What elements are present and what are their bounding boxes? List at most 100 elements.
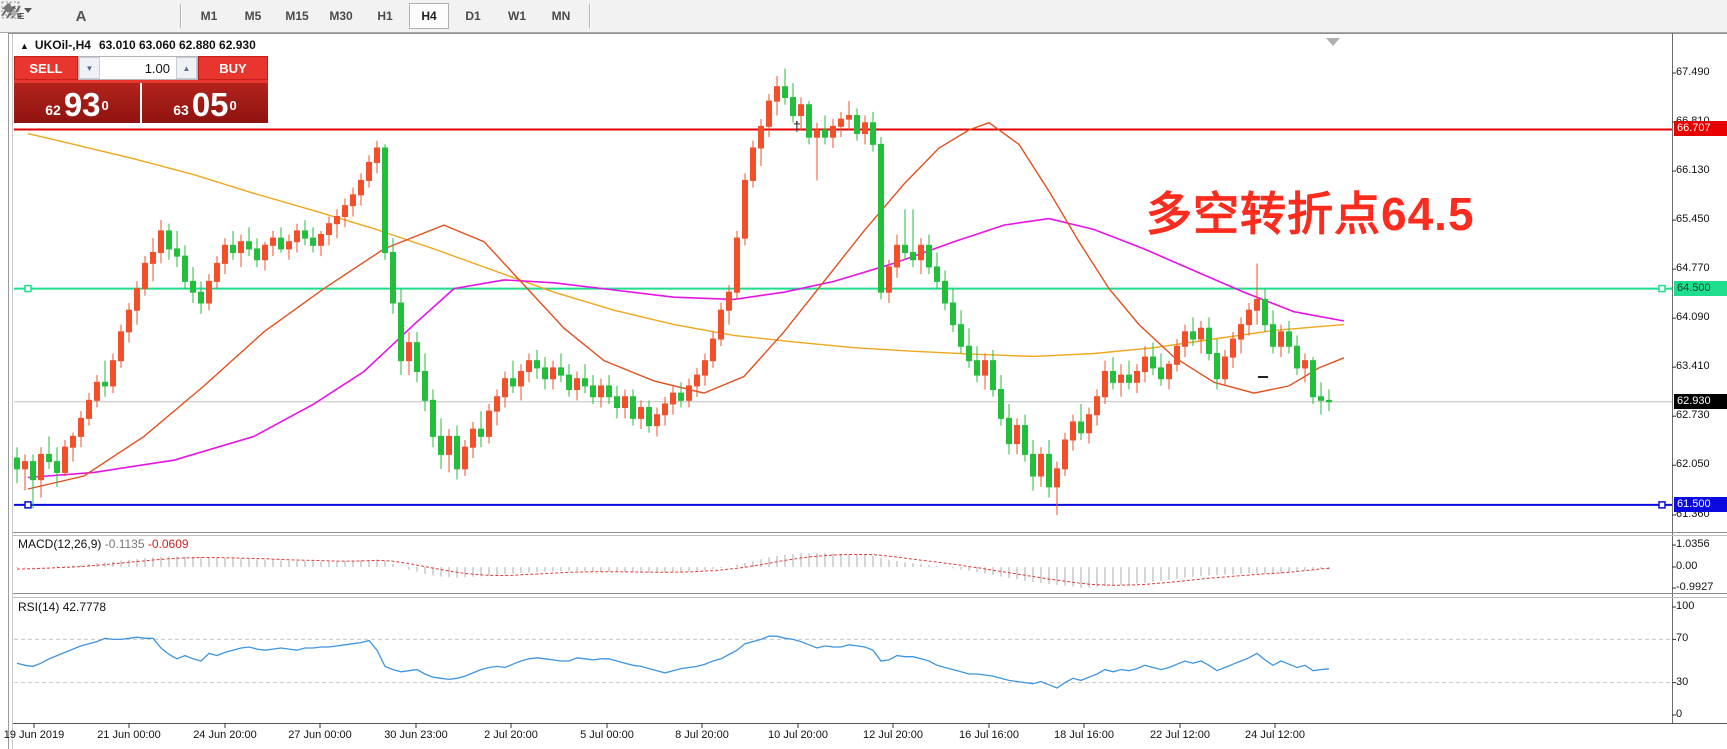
rsi-axis-label: 100 [1676, 600, 1694, 612]
candle-body [319, 235, 324, 246]
candle-body [1311, 361, 1316, 397]
candle-body [615, 397, 620, 408]
candle-body [231, 245, 236, 252]
candle-body [151, 253, 156, 264]
candle-body [975, 361, 980, 375]
candle-body [71, 436, 76, 447]
candle-body [711, 339, 716, 361]
candle-body [727, 292, 732, 310]
candle-body [463, 447, 468, 469]
candle-body [255, 249, 260, 260]
date-axis-label: 8 Jul 20:00 [675, 729, 729, 741]
candle-body [1023, 426, 1028, 455]
macd-axis-label: 1.0356 [1676, 538, 1710, 550]
candle-body [1231, 339, 1236, 357]
candle-body [295, 231, 300, 242]
candle-body [1151, 357, 1156, 368]
price-axis-label: 67.490 [1676, 66, 1710, 78]
candle-body [735, 238, 740, 292]
date-axis-label: 2 Jul 20:00 [484, 729, 538, 741]
candle-body [471, 429, 476, 447]
rsi-line [17, 636, 1329, 688]
cross-marker[interactable]: † [793, 118, 801, 134]
candle-body [1095, 397, 1100, 415]
candle-body [1303, 361, 1308, 368]
candle-body [407, 343, 412, 361]
candle-body [927, 245, 932, 267]
candle-body [215, 263, 220, 281]
candle-body [647, 408, 652, 426]
candle-body [503, 379, 508, 397]
candle-body [1127, 375, 1132, 382]
candle-body [567, 375, 572, 389]
candle-body [863, 123, 868, 134]
candle-body [999, 390, 1004, 419]
candle-body [335, 216, 340, 223]
candle-body [935, 267, 940, 281]
candle-body [983, 361, 988, 375]
candle-body [599, 386, 604, 397]
candle-body [271, 238, 276, 245]
candle-body [143, 263, 148, 288]
price-axis-label: 62.730 [1676, 409, 1710, 421]
level-line-handle[interactable] [1659, 502, 1665, 508]
candle-body [383, 148, 388, 253]
candle-body [783, 87, 788, 98]
candle-body [239, 242, 244, 253]
candle-body [535, 361, 540, 368]
candle-body [1207, 328, 1212, 353]
ma-fast-red-line [28, 123, 1344, 489]
candle-body [359, 180, 364, 194]
candle-body [1223, 357, 1228, 379]
candle-body [679, 393, 684, 400]
candle-body [135, 289, 140, 311]
candle-body [743, 180, 748, 238]
candle-body [943, 281, 948, 303]
candle-body [159, 231, 164, 253]
candle-body [1295, 346, 1300, 368]
candle-body [919, 245, 924, 259]
chart-shift-triangle-icon[interactable] [1326, 38, 1340, 46]
candle-body [799, 105, 804, 116]
candle-body [791, 98, 796, 116]
price-axis-label: 65.450 [1676, 213, 1710, 225]
candle-body [207, 281, 212, 303]
candle-body [223, 245, 228, 263]
candle-body [1247, 310, 1252, 324]
level-line-handle[interactable] [25, 502, 31, 508]
candle-body [1175, 346, 1180, 364]
candle-body [1055, 469, 1060, 487]
candle-body [1143, 357, 1148, 371]
candle-body [1271, 325, 1276, 347]
date-axis-label: 27 Jun 00:00 [288, 729, 352, 741]
candle-body [415, 343, 420, 372]
candle-body [1135, 371, 1140, 382]
candle-body [495, 397, 500, 411]
candle-body [1047, 454, 1052, 486]
price-axis-label: 63.410 [1676, 360, 1710, 372]
level-line-handle[interactable] [25, 286, 31, 292]
candle-body [815, 130, 820, 137]
rsi-axis-label: 70 [1676, 632, 1688, 644]
candle-body [967, 346, 972, 360]
candle-body [583, 379, 588, 386]
candle-body [775, 87, 780, 101]
candle-body [39, 454, 44, 479]
candle-body [1279, 332, 1284, 346]
candle-body [1031, 454, 1036, 476]
candle-body [551, 368, 556, 379]
candle-body [191, 281, 196, 292]
candle-body [1087, 415, 1092, 433]
candle-body [871, 123, 876, 145]
candle-body [15, 458, 20, 469]
candle-body [1159, 368, 1164, 379]
candle-body [991, 361, 996, 390]
candle-body [303, 231, 308, 238]
candle-body [887, 267, 892, 292]
candle-body [703, 361, 708, 375]
candle-body [759, 126, 764, 148]
candle-body [631, 397, 636, 419]
candle-body [1319, 397, 1324, 401]
candle-body [839, 119, 844, 126]
level-line-handle[interactable] [1659, 286, 1665, 292]
